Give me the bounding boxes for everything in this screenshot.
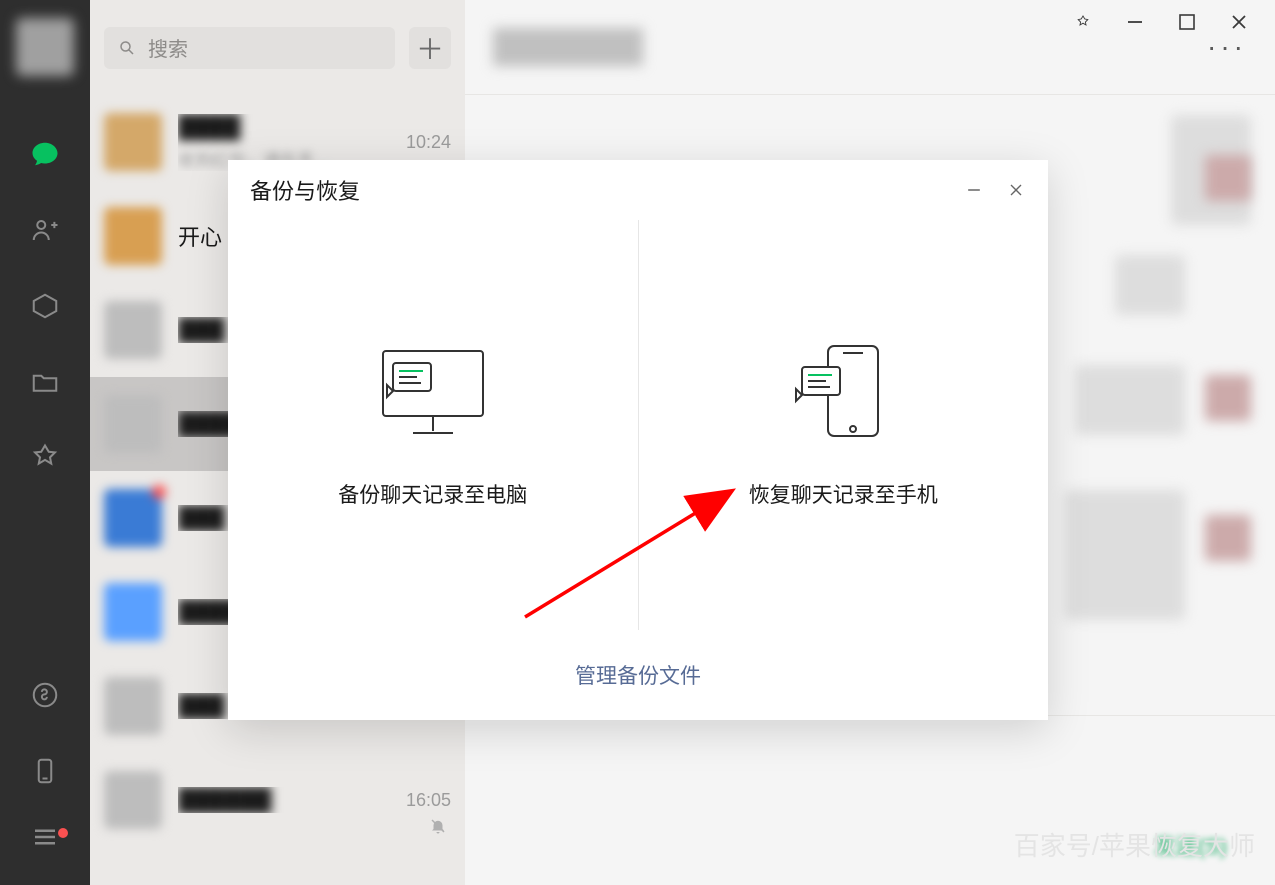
mute-icon xyxy=(429,817,447,835)
user-avatar[interactable] xyxy=(16,18,74,76)
chat-time: 10:24 xyxy=(406,132,451,153)
chat-tab-icon[interactable] xyxy=(28,137,62,171)
search-input[interactable]: 搜索 xyxy=(104,27,395,69)
computer-icon xyxy=(363,341,503,441)
chat-avatar xyxy=(104,207,162,265)
phone-icon[interactable] xyxy=(28,754,62,788)
chat-avatar xyxy=(104,771,162,829)
minimize-window-icon[interactable] xyxy=(1123,10,1147,34)
chat-item[interactable]: ██████ 16:05 xyxy=(90,753,465,847)
moments-tab-icon[interactable] xyxy=(28,441,62,475)
search-icon xyxy=(118,39,136,57)
chat-avatar xyxy=(104,301,162,359)
chat-avatar xyxy=(104,677,162,735)
backup-restore-dialog: 备份与恢复 xyxy=(228,160,1048,720)
close-window-icon[interactable] xyxy=(1227,10,1251,34)
unread-badge xyxy=(152,485,166,499)
dialog-title: 备份与恢复 xyxy=(250,174,360,206)
menu-icon[interactable] xyxy=(28,830,62,864)
chat-avatar xyxy=(104,113,162,171)
files-tab-icon[interactable] xyxy=(28,365,62,399)
chat-time: 16:05 xyxy=(406,790,451,811)
chat-avatar xyxy=(104,395,162,453)
dialog-close-icon[interactable] xyxy=(1006,180,1026,200)
watermark-text: 百家号/苹果恢复大师 xyxy=(1014,826,1255,863)
backup-to-computer-option[interactable]: 备份聊天记录至电脑 xyxy=(228,220,638,630)
search-placeholder: 搜索 xyxy=(148,33,188,62)
maximize-window-icon[interactable] xyxy=(1175,10,1199,34)
phone-device-icon xyxy=(788,341,898,441)
pin-window-icon[interactable] xyxy=(1071,10,1095,34)
manage-backup-files-link[interactable]: 管理备份文件 xyxy=(575,660,701,690)
restore-to-phone-option[interactable]: 恢复聊天记录至手机 xyxy=(638,220,1049,630)
favorites-tab-icon[interactable] xyxy=(28,289,62,323)
contacts-tab-icon[interactable] xyxy=(28,213,62,247)
chat-avatar xyxy=(104,489,162,547)
mini-programs-icon[interactable] xyxy=(28,678,62,712)
left-rail xyxy=(0,0,90,885)
chat-name xyxy=(493,28,643,66)
backup-label: 备份聊天记录至电脑 xyxy=(338,479,527,509)
chat-avatar xyxy=(104,583,162,641)
dialog-minimize-icon[interactable] xyxy=(964,180,984,200)
add-button[interactable]: ＋ xyxy=(409,27,451,69)
restore-label: 恢复聊天记录至手机 xyxy=(749,479,938,509)
